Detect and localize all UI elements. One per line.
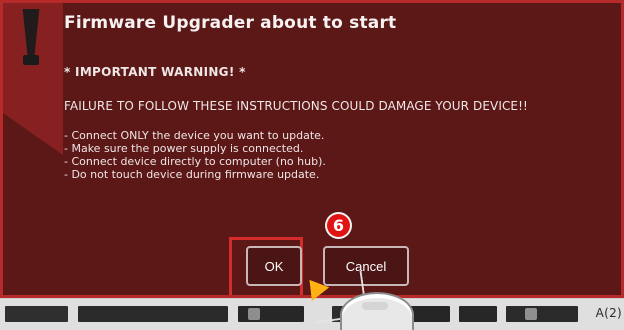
taskbar-clock: A(2) xyxy=(595,306,622,320)
taskbar-icon xyxy=(248,308,260,320)
screen: Firmware Upgrader about to start * IMPOR… xyxy=(0,0,624,330)
taskbar-icon xyxy=(525,308,537,320)
instructions-list: - Connect ONLY the device you want to up… xyxy=(64,129,326,181)
mouse-icon xyxy=(340,292,414,330)
ok-button[interactable]: OK xyxy=(246,246,302,286)
step-number-badge: 6 xyxy=(327,214,350,237)
instruction-item: - Connect ONLY the device you want to up… xyxy=(64,129,325,142)
warning-icon-dot xyxy=(23,55,39,65)
failure-warning: FAILURE TO FOLLOW THESE INSTRUCTIONS COU… xyxy=(64,99,528,113)
important-warning: * IMPORTANT WARNING! * xyxy=(64,65,246,79)
taskbar-item[interactable] xyxy=(459,306,497,322)
instruction-item: - Make sure the power supply is connecte… xyxy=(64,142,304,155)
firmware-upgrader-dialog: Firmware Upgrader about to start * IMPOR… xyxy=(0,0,624,298)
taskbar-item[interactable] xyxy=(506,306,578,322)
taskbar-item[interactable] xyxy=(78,306,228,322)
taskbar-item[interactable] xyxy=(5,306,68,322)
instruction-item: - Do not touch device during firmware up… xyxy=(64,168,320,181)
instruction-item: - Connect device directly to computer (n… xyxy=(64,155,326,168)
dialog-title: Firmware Upgrader about to start xyxy=(64,13,397,33)
